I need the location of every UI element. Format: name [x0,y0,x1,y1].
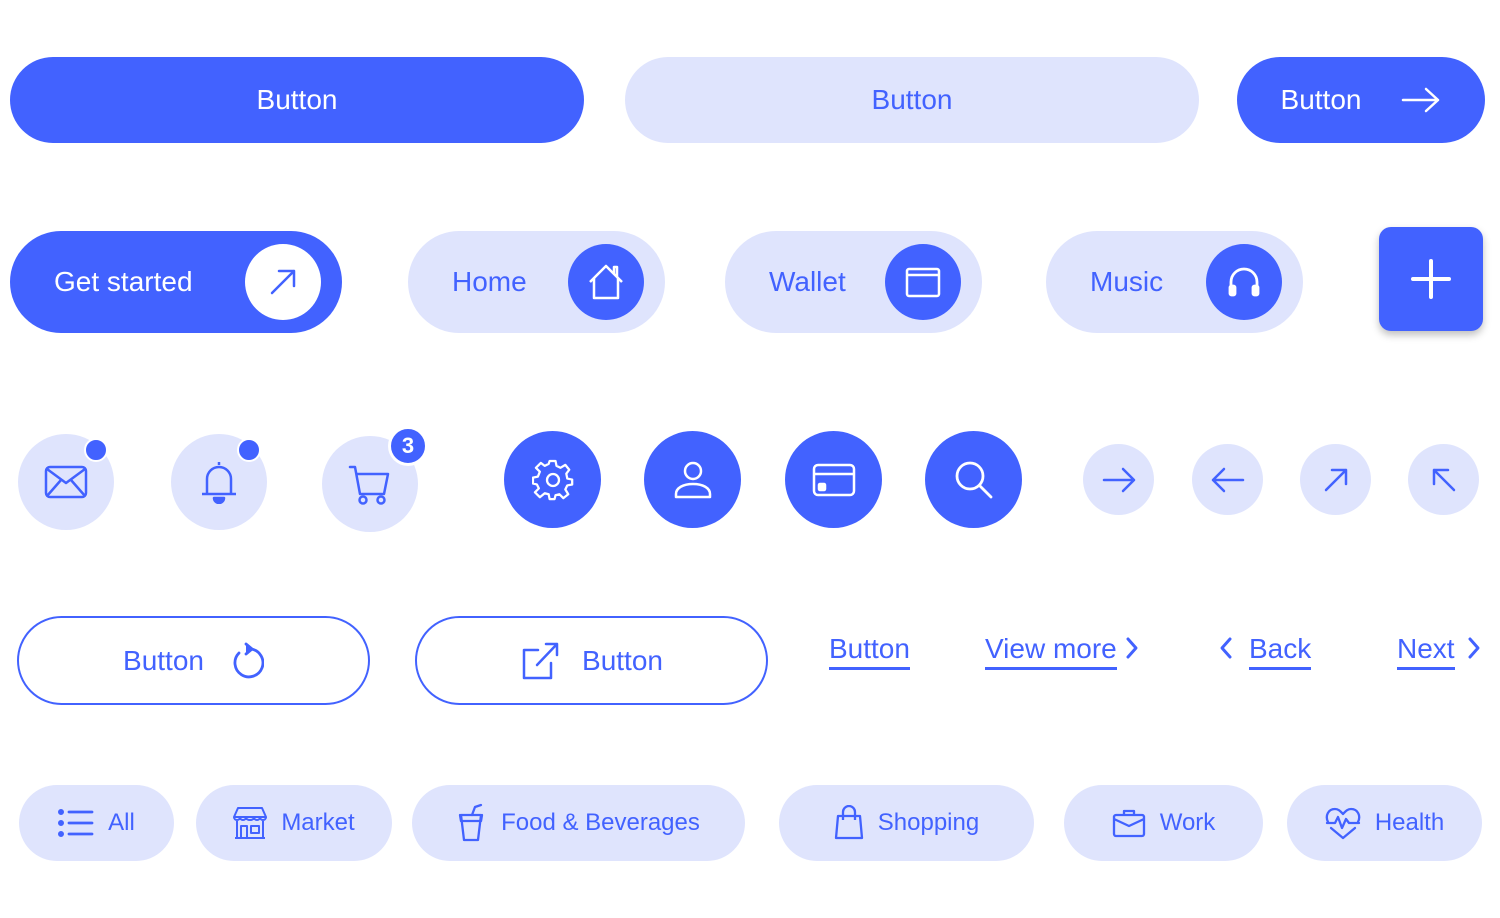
view-more-label: View more [985,633,1117,671]
briefcase-icon [1112,808,1146,838]
search-button[interactable] [925,431,1022,528]
view-more-link[interactable]: View more [985,633,1139,671]
drink-cup-icon [457,803,487,843]
home-label: Home [452,266,527,297]
next-link[interactable]: Next [1397,633,1481,671]
refresh-outline-button[interactable]: Button [17,616,370,705]
shopping-bag-icon [834,805,864,841]
chip-shopping[interactable]: Shopping [779,785,1034,861]
arrow-up-right-icon [1323,467,1349,493]
next-label: Next [1397,633,1455,671]
notifications-button[interactable] [171,434,267,530]
arrow-up-right-icon [245,244,321,320]
arrow-up-left-button[interactable] [1408,444,1479,515]
refresh-outline-label: Button [123,644,204,676]
headphones-icon [1206,244,1282,320]
chip-label: Health [1374,809,1445,836]
credit-card-icon [812,463,856,497]
text-link-label: Button [829,633,910,671]
chip-label: All [108,809,135,836]
external-outline-button[interactable]: Button [415,616,768,705]
chip-label: Food & Beverages [501,809,700,836]
chip-label: Work [1159,809,1216,836]
primary-button-label: Button [256,84,338,115]
settings-button[interactable] [504,431,601,528]
music-button[interactable]: Music [1046,231,1303,333]
text-link-button[interactable]: Button [829,633,910,671]
mail-button[interactable] [18,434,114,530]
cart-button[interactable]: 3 [322,426,428,532]
cart-icon [348,463,392,505]
plus-icon [1410,258,1452,300]
bell-icon [199,460,239,504]
soft-button[interactable]: Button [625,57,1199,143]
chevron-right-icon [1125,636,1139,660]
add-fab-button[interactable] [1379,227,1483,331]
list-icon [58,809,94,837]
arrow-up-right-button[interactable] [1300,444,1371,515]
chevron-right-icon [1467,636,1481,660]
arrow-left-button[interactable] [1192,444,1263,515]
arrow-button[interactable]: Button [1237,57,1485,143]
home-icon [568,244,644,320]
search-icon [953,459,995,501]
wallet-icon [885,244,961,320]
heart-pulse-icon [1325,806,1361,840]
wallet-button[interactable]: Wallet [725,231,982,333]
settings-icon [531,459,574,501]
back-link[interactable]: Back [1219,633,1312,671]
refresh-icon [230,642,264,680]
store-icon [233,806,268,840]
primary-button[interactable]: Button [10,57,584,143]
chip-work[interactable]: Work [1064,785,1263,861]
chip-market[interactable]: Market [196,785,392,861]
home-button[interactable]: Home [408,231,665,333]
external-outline-label: Button [582,644,663,676]
chip-food-beverages[interactable]: Food & Beverages [412,785,745,861]
profile-button[interactable] [644,431,741,528]
external-link-icon [520,641,560,681]
payment-button[interactable] [785,431,882,528]
chip-all[interactable]: All [19,785,174,861]
arrow-left-icon [1211,467,1245,493]
chip-label: Market [281,809,355,836]
chip-health[interactable]: Health [1287,785,1482,861]
arrow-right-button[interactable] [1083,444,1154,515]
get-started-label: Get started [54,266,193,297]
arrow-right-icon [1401,86,1441,114]
soft-button-label: Button [871,84,953,115]
music-label: Music [1090,266,1164,297]
arrow-right-icon [1102,467,1136,493]
unread-dot [84,438,108,462]
chevron-left-icon [1219,636,1233,660]
wallet-label: Wallet [769,266,846,297]
chip-label: Shopping [877,809,980,836]
arrow-up-left-icon [1431,467,1457,493]
mail-icon [44,465,88,499]
user-icon [673,460,713,500]
back-label: Back [1249,633,1312,671]
cart-count-badge: 3 [388,426,428,466]
get-started-button[interactable]: Get started [10,231,342,333]
arrow-button-label: Button [1280,84,1362,115]
unread-dot [237,438,261,462]
